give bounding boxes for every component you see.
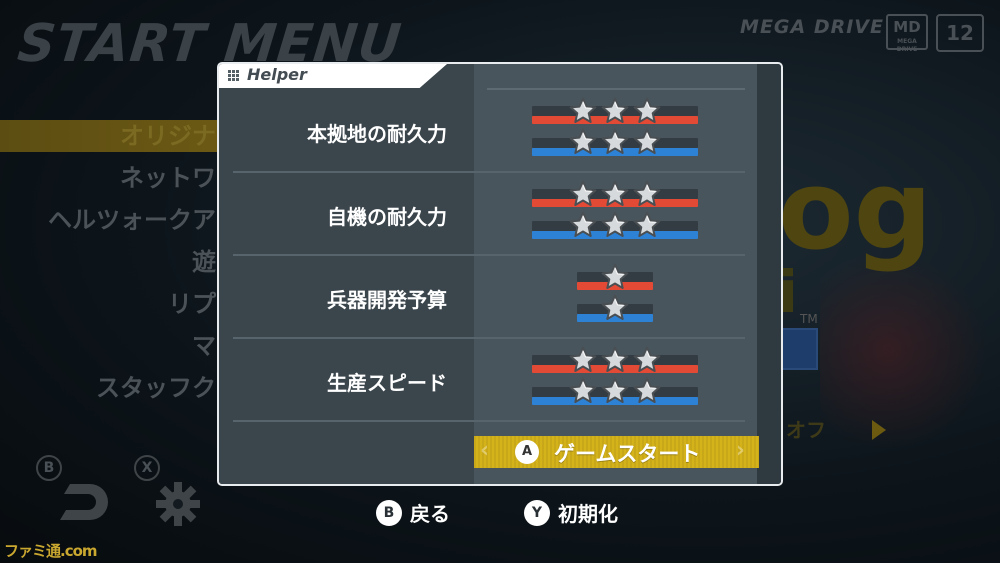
rating-weapon-budget[interactable] — [577, 262, 657, 326]
star-icon — [632, 210, 662, 240]
star-icon — [600, 376, 630, 406]
trademark-mark: TM — [800, 312, 818, 326]
a-button-icon: A — [515, 440, 539, 464]
row-divider — [233, 420, 745, 422]
mega-drive-logo: MD MEGA DRIVE — [886, 14, 928, 53]
rating-unit-durability[interactable] — [532, 179, 700, 243]
background-menu-item: オリジナ — [120, 122, 216, 150]
back-hint[interactable]: B 戻る — [376, 498, 450, 527]
reset-label: 初期化 — [558, 502, 618, 526]
x-button-icon: X — [134, 455, 160, 481]
star-icon — [568, 127, 598, 157]
star-icon — [600, 345, 630, 375]
background-menu-item: ヘルツォークア — [48, 206, 216, 234]
star-icon — [600, 179, 630, 209]
grid-icon — [228, 70, 240, 82]
red-star-row — [600, 262, 630, 292]
star-icon — [600, 262, 630, 292]
y-button-icon: Y — [524, 499, 550, 526]
background-menu-item: マ — [192, 332, 216, 360]
b-button-icon: B — [36, 455, 62, 481]
background-option-label: オフ — [786, 418, 826, 442]
star-icon — [568, 376, 598, 406]
star-icon — [600, 96, 630, 126]
dialog-title-tab: Helper — [219, 64, 447, 88]
background-logo-art: og — [778, 146, 933, 274]
back-label: 戻る — [410, 502, 450, 526]
background-menu: オリジナ ネットワ ヘルツォークア 遊 リプ マ スタッフク — [48, 120, 216, 414]
b-button-icon: B — [376, 499, 402, 526]
row-divider — [233, 171, 745, 173]
chevron-left-icon: ‹ — [480, 438, 490, 463]
star-icon — [600, 210, 630, 240]
setting-label-unit-durability: 自機の耐久力 — [327, 205, 447, 229]
background-menu-item: 遊 — [192, 248, 216, 276]
red-star-row — [568, 96, 662, 126]
red-star-row — [568, 179, 662, 209]
background-menu-item: ネットワ — [120, 164, 216, 192]
reset-hint[interactable]: Y 初期化 — [524, 498, 618, 527]
star-icon — [568, 96, 598, 126]
star-icon — [632, 96, 662, 126]
red-star-row — [568, 345, 662, 375]
helper-dialog: Helper 本拠地の耐久力 自機の耐久力 兵器開発予算 生産スピード ‹ A … — [217, 62, 783, 486]
blue-star-row — [600, 293, 630, 323]
age-rating-icon: 12 — [936, 14, 984, 52]
star-icon — [568, 345, 598, 375]
star-icon — [568, 179, 598, 209]
background-menu-item: リプ — [168, 290, 216, 318]
blue-star-row — [568, 376, 662, 406]
md-logo-subtext: MEGA DRIVE — [896, 38, 918, 53]
star-icon — [632, 179, 662, 209]
background-key-art — [820, 250, 990, 450]
star-icon — [568, 210, 598, 240]
dialog-title: Helper — [247, 65, 307, 84]
row-divider — [487, 88, 745, 90]
blue-star-row — [568, 210, 662, 240]
row-divider — [233, 254, 745, 256]
background-logo-block — [780, 328, 818, 370]
star-icon — [600, 127, 630, 157]
setting-label-weapon-budget: 兵器開発予算 — [327, 288, 447, 312]
dialog-scrollbar[interactable] — [757, 64, 781, 484]
star-icon — [632, 345, 662, 375]
star-icon — [632, 127, 662, 157]
md-logo-text: MD — [893, 18, 921, 36]
d-logo-icon — [56, 480, 116, 524]
gear-icon — [154, 480, 202, 528]
chevron-right-icon — [872, 420, 886, 440]
chevron-right-icon: › — [735, 438, 745, 463]
rating-base-durability[interactable] — [532, 96, 700, 160]
star-icon — [632, 376, 662, 406]
row-divider — [233, 337, 745, 339]
game-start-button[interactable]: ‹ A ゲームスタート › — [474, 436, 759, 468]
watermark-logo: ファミ通.com — [4, 542, 98, 560]
setting-label-production-speed: 生産スピード — [327, 371, 447, 395]
rating-production-speed[interactable] — [532, 345, 700, 409]
star-icon — [600, 293, 630, 323]
blue-star-row — [568, 127, 662, 157]
game-start-label: ゲームスタート — [554, 442, 701, 466]
setting-label-base-durability: 本拠地の耐久力 — [307, 122, 447, 146]
background-menu-item: スタッフク — [96, 374, 216, 402]
mega-drive-brand: MEGA DRIVE — [740, 16, 884, 38]
